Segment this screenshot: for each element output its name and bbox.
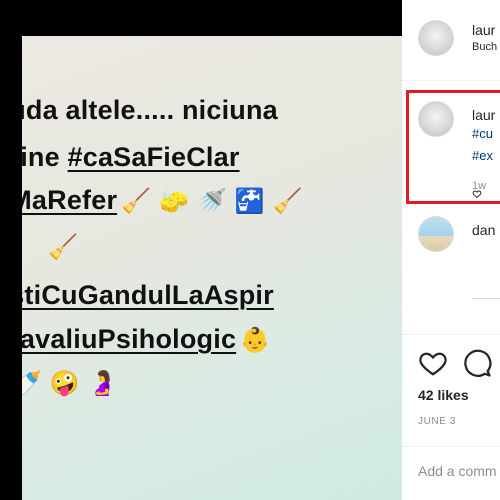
caption-hashtag: #caSaFieClar: [67, 142, 240, 172]
left-border: [0, 0, 22, 500]
image-top-border: [0, 18, 402, 36]
selected-comment-highlight: [406, 90, 500, 204]
caption-line: TravaliuPsihologic 👶: [0, 324, 270, 355]
post-date: JUNE 3: [418, 416, 457, 427]
post-image: auda altele..... niciuna mine #caSaFieCl…: [0, 18, 402, 500]
caption-line: eMaRefer 🧹 🧽 🚿 🚰 🧹: [0, 185, 303, 216]
comment-box-divider: [402, 446, 500, 447]
comments-end-divider: [472, 298, 500, 299]
commenter-username[interactable]: dan: [472, 222, 495, 238]
author-avatar[interactable]: [418, 20, 454, 56]
caption-line: 🧹: [44, 231, 78, 262]
post-location[interactable]: Buch: [472, 41, 497, 53]
caption-hashtag: TravaliuPsihologic: [0, 324, 237, 354]
post-side-panel: laur Buch laur #cu #ex 1w dan 42 likes J…: [402, 0, 500, 500]
header-divider: [402, 80, 500, 81]
caption-emoji: 🧹 🧽 🚿 🚰 🧹: [121, 187, 303, 215]
likes-count[interactable]: 42 likes: [418, 387, 469, 403]
heart-icon[interactable]: [418, 348, 448, 378]
commenter-avatar[interactable]: [418, 216, 454, 252]
caption-emoji: 🍼 🤪 🤰: [12, 369, 118, 397]
add-comment-input[interactable]: Add a comm: [418, 463, 497, 479]
caption-hashtag: estiCuGandulLaAspir: [0, 280, 274, 310]
caption-line: estiCuGandulLaAspir: [0, 280, 274, 311]
caption-text: auda altele..... niciuna: [0, 95, 278, 125]
comment-icon[interactable]: [462, 348, 492, 378]
caption-line: mine #caSaFieClar: [0, 142, 240, 173]
caption-line: auda altele..... niciuna: [0, 95, 278, 126]
caption-emoji: 👶: [240, 326, 271, 354]
author-username[interactable]: laur: [472, 22, 495, 38]
caption-emoji: 🧹: [48, 233, 79, 261]
caption-line: 🍼 🤪 🤰: [8, 367, 118, 398]
actions-divider: [402, 334, 500, 335]
